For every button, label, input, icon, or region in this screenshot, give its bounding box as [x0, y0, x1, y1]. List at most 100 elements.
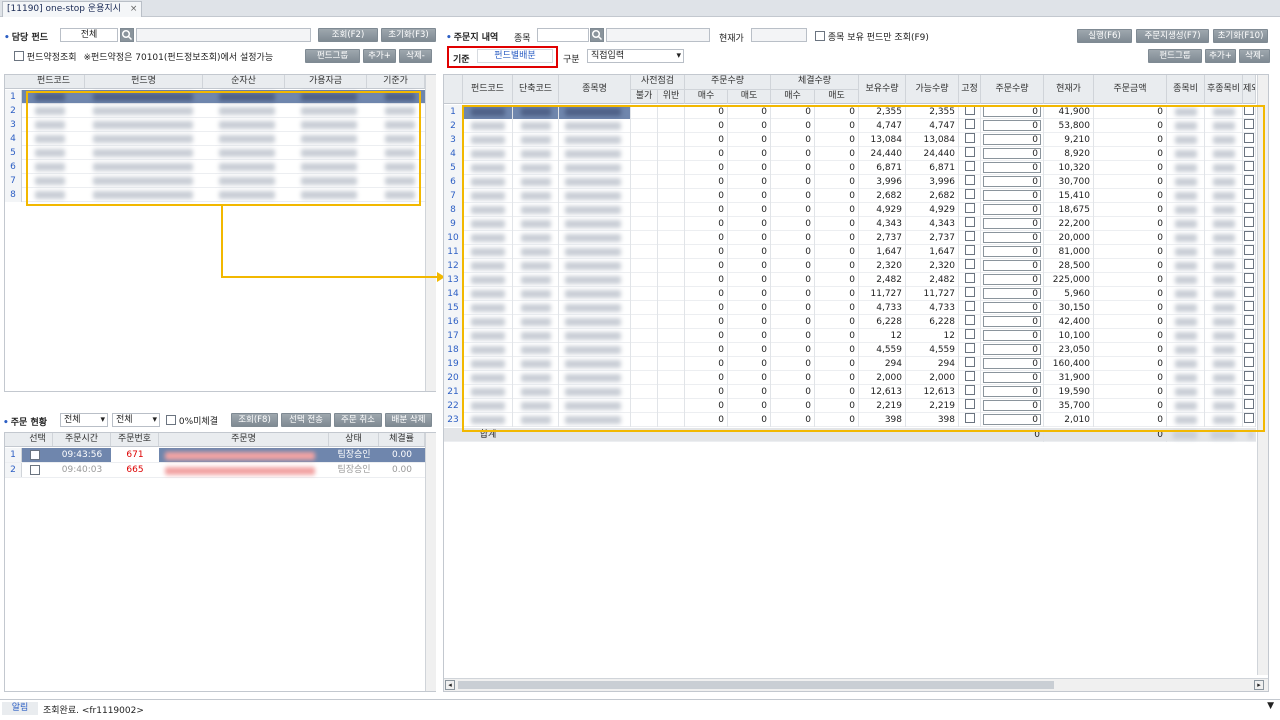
terms-checkbox[interactable]	[14, 51, 24, 61]
order-status: 팀장승인	[337, 450, 371, 460]
order-grid-header: 사전점검 주문수량 체결수량 펀드코드 단축코드 종목명 불가 위반 매수 매도 매수 매도 보유수량 가…	[444, 75, 1256, 104]
reset-button[interactable]: 초기화(F3)	[381, 28, 436, 42]
stock-search-icon[interactable]	[590, 28, 604, 42]
orders-grid: 선택 주문시간 주문번호 주문명 상태 체결률 1 09:43:56 671 팀장승인…	[4, 432, 436, 692]
status-select-1[interactable]: 전체 ▾	[60, 413, 108, 427]
redacted-order-name	[165, 467, 315, 475]
col-hold[interactable]: 보유수량	[859, 75, 906, 104]
col-available-funds[interactable]: 가용자금	[285, 75, 367, 88]
col-post[interactable]: 후종목비	[1205, 75, 1243, 104]
row-number: 4	[5, 132, 22, 146]
col-viol[interactable]: 위반	[658, 90, 685, 104]
stock-input[interactable]	[537, 28, 589, 42]
alloc-delete-button[interactable]: 배분 삭제	[385, 413, 432, 427]
order-row[interactable]: 2 09:40:03 665 팀장승인 0.00	[5, 463, 425, 478]
col-fix[interactable]: 고정	[959, 75, 981, 104]
chevron-down-icon[interactable]: ▼	[1267, 701, 1274, 711]
basis-select[interactable]: 펀드별배분	[477, 49, 553, 63]
row-number: 10	[444, 231, 463, 245]
row-number: 2	[5, 104, 22, 118]
row-number: 1	[444, 105, 463, 119]
row-number: 4	[444, 147, 463, 161]
col-amt[interactable]: 주문금액	[1094, 75, 1167, 104]
col-no[interactable]: 불가	[631, 90, 658, 104]
scroll-thumb[interactable]	[458, 681, 1054, 689]
query-button[interactable]: 조회(F2)	[318, 28, 378, 42]
search-icon[interactable]	[120, 28, 134, 42]
delete-button[interactable]: 삭제-	[399, 49, 432, 63]
close-icon[interactable]: ×	[130, 4, 138, 14]
generate-order-button[interactable]: 주문지생성(F7)	[1136, 29, 1209, 43]
col-order-name[interactable]: 주문명	[159, 433, 329, 446]
header-group-precheck: 사전점검	[631, 75, 685, 90]
status-message: 조회완료. <fr1119002>	[43, 706, 144, 716]
col-order-no[interactable]: 주문번호	[111, 433, 159, 446]
basis-label: 기준	[453, 55, 470, 65]
col-fund-name[interactable]: 펀드명	[85, 75, 203, 88]
row-number: 21	[444, 385, 463, 399]
tab-one-stop[interactable]: [11190] one-stop 운용지시 ×	[2, 1, 143, 17]
row-number: 8	[444, 203, 463, 217]
row-number: 9	[444, 217, 463, 231]
col-price[interactable]: 현재가	[1044, 75, 1094, 104]
fund-group-button[interactable]: 펀드그룹	[305, 49, 360, 63]
row-number: 2	[444, 119, 463, 133]
col-status[interactable]: 상태	[329, 433, 379, 446]
zero-checkbox[interactable]	[166, 415, 176, 425]
col-fill-rate[interactable]: 체결률	[379, 433, 425, 446]
col-avail[interactable]: 가능수량	[906, 75, 959, 104]
col-excl[interactable]: 제외	[1243, 75, 1256, 104]
current-price-field	[751, 28, 807, 42]
hold-checkbox[interactable]	[815, 31, 825, 41]
scroll-left-icon[interactable]: ◂	[445, 680, 455, 690]
execute-button[interactable]: 실행(F6)	[1077, 29, 1132, 43]
scroll-right-icon[interactable]: ▸	[1254, 680, 1264, 690]
right-add-button[interactable]: 추가+	[1205, 49, 1236, 63]
fill-rate: 0.00	[391, 450, 413, 460]
row-number: 3	[444, 133, 463, 147]
row-number: 6	[444, 175, 463, 189]
col-fee[interactable]: 종목비	[1167, 75, 1205, 104]
current-price-label: 현재가	[719, 34, 744, 44]
status-bar: 알림 조회완료. <fr1119002> ▼	[0, 699, 1280, 716]
status-select-2[interactable]: 전체 ▾	[112, 413, 160, 427]
checkbox-icon	[30, 450, 40, 460]
zero-check-row: 0%미체결	[166, 414, 218, 427]
orders-grid-body: 1 09:43:56 671 팀장승인 0.00 2 09:40:03 665 팀장승인 0.00	[5, 448, 425, 478]
col-esell[interactable]: 매도	[815, 90, 859, 104]
right-delete-button[interactable]: 삭제-	[1239, 49, 1270, 63]
col-name[interactable]: 종목명	[559, 75, 631, 104]
right-reset-button[interactable]: 초기화(F10)	[1213, 29, 1268, 43]
send-selected-button[interactable]: 선택 전송	[281, 413, 331, 427]
type-select[interactable]: 직접입력 ▾	[587, 49, 684, 63]
col-oqty[interactable]: 주문수량	[981, 75, 1044, 104]
fund-select[interactable]: 전체	[60, 28, 118, 42]
header-group-exec-qty: 체결수량	[771, 75, 859, 90]
header-corner	[444, 75, 463, 104]
orders-grid-scrollbar[interactable]	[425, 433, 436, 691]
select-checkbox[interactable]	[30, 465, 40, 478]
col-buy[interactable]: 매수	[685, 90, 728, 104]
col-short[interactable]: 단축코드	[513, 75, 559, 104]
order-row[interactable]: 1 09:43:56 671 팀장승인 0.00	[5, 448, 425, 463]
col-ebuy[interactable]: 매수	[771, 90, 815, 104]
horizontal-scrollbar[interactable]: ◂ ▸	[444, 678, 1268, 691]
col-sell[interactable]: 매도	[728, 90, 771, 104]
right-fund-group-button[interactable]: 펀드그룹	[1148, 49, 1202, 63]
row-number: 14	[444, 287, 463, 301]
flow-arrow-icon	[221, 205, 445, 282]
row-number: 11	[444, 245, 463, 259]
col-net-assets[interactable]: 순자산	[203, 75, 285, 88]
col-fund[interactable]: 펀드코드	[463, 75, 513, 104]
col-order-time[interactable]: 주문시간	[53, 433, 111, 446]
col-base-price[interactable]: 기준가	[367, 75, 425, 88]
row-number: 7	[5, 174, 22, 188]
status-query-button[interactable]: 조회(F8)	[231, 413, 278, 427]
add-button[interactable]: 추가+	[363, 49, 396, 63]
select-checkbox[interactable]	[30, 450, 40, 463]
col-select[interactable]: 선택	[23, 433, 53, 446]
cancel-order-button[interactable]: 주문 취소	[334, 413, 382, 427]
redacted-order-name	[165, 452, 315, 460]
col-fund-code[interactable]: 펀드코드	[23, 75, 85, 88]
chevron-down-icon: ▾	[676, 51, 681, 61]
